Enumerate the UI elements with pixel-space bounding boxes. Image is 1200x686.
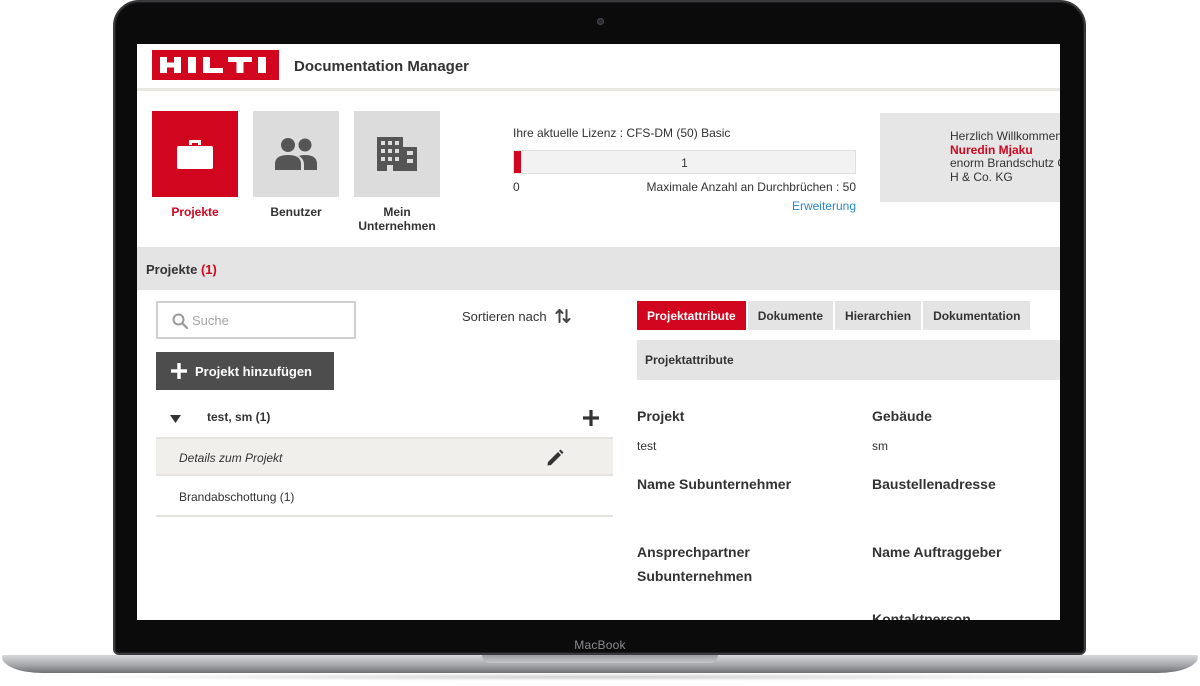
users-icon bbox=[275, 138, 317, 170]
license-progress-bar: 1 bbox=[513, 150, 856, 174]
building-icon bbox=[377, 137, 417, 171]
license-max: Maximale Anzahl an Durchbrüchen : 50 bbox=[646, 180, 856, 194]
device-label: MacBook bbox=[574, 638, 626, 652]
search-icon bbox=[172, 313, 188, 329]
app-title: Documentation Manager bbox=[294, 58, 470, 75]
attributes-header-bar: Projektattribute bbox=[637, 340, 1060, 380]
plus-icon bbox=[171, 363, 187, 379]
webcam-icon bbox=[597, 18, 604, 25]
pencil-edit-icon[interactable] bbox=[546, 449, 564, 467]
add-project-label: Projekt hinzufügen bbox=[195, 363, 312, 379]
license-info: Ihre aktuelle Lizenz : CFS-DM (50) Basic bbox=[513, 126, 731, 140]
add-child-plus-icon[interactable] bbox=[583, 410, 599, 426]
field-label-ansprechpartner-2: Subunternehmen bbox=[637, 568, 753, 584]
search-box bbox=[156, 301, 356, 339]
app-header: Documentation Manager bbox=[137, 44, 1060, 91]
field-label-gebaeude: Gebäude bbox=[872, 408, 932, 424]
nav-label-benutzer[interactable]: Benutzer bbox=[246, 205, 346, 219]
detail-tabs: Projektattribute Dokumente Hierarchien D… bbox=[637, 301, 1032, 330]
company-name-line2: H & Co. KG bbox=[950, 169, 1013, 184]
laptop-mockup: MacBook Documentation Manager Projekte B… bbox=[0, 0, 1200, 686]
tab-dokumentation[interactable]: Dokumentation bbox=[923, 301, 1031, 330]
field-value-gebaeude: sm bbox=[872, 439, 888, 453]
license-min: 0 bbox=[513, 180, 520, 194]
field-label-subunternehmer: Name Subunternehmer bbox=[637, 476, 792, 492]
sort-arrows-icon bbox=[555, 309, 571, 323]
briefcase-icon bbox=[177, 140, 213, 169]
section-title: Projekte (1) bbox=[146, 262, 217, 277]
user-name: Nuredin Mjaku bbox=[950, 142, 1033, 157]
search-input[interactable] bbox=[192, 311, 342, 329]
tree-item-label: Brandabschottung (1) bbox=[179, 490, 295, 504]
attributes-header-label: Projektattribute bbox=[645, 353, 734, 367]
tab-hierarchien[interactable]: Hierarchien bbox=[835, 301, 922, 330]
section-count: (1) bbox=[200, 262, 217, 277]
sort-label: Sortieren nach bbox=[462, 308, 547, 324]
company-name-line1: enorm Brandschutz G bbox=[950, 156, 1060, 170]
welcome-greeting: Herzlich Willkommen bbox=[950, 129, 1060, 143]
hilti-logo[interactable] bbox=[152, 50, 279, 80]
laptop-notch bbox=[482, 655, 718, 663]
section-title-text: Projekte bbox=[146, 262, 198, 277]
hilti-logo-icon bbox=[160, 57, 266, 73]
field-label-kontaktperson: Kontaktperson bbox=[872, 611, 971, 620]
nav-label-projekte[interactable]: Projekte bbox=[145, 205, 245, 219]
sort-control[interactable]: Sortieren nach bbox=[462, 308, 571, 324]
nav-label-unternehmen[interactable]: Mein Unternehmen bbox=[347, 205, 447, 233]
tab-projektattribute[interactable]: Projektattribute bbox=[637, 301, 746, 330]
caret-down-icon[interactable] bbox=[170, 415, 181, 423]
project-details-row[interactable]: Details zum Projekt bbox=[156, 437, 613, 476]
tree-list-item[interactable]: Brandabschottung (1) bbox=[156, 477, 613, 517]
add-project-button[interactable]: Projekt hinzufügen bbox=[156, 352, 334, 390]
license-current-count: 1 bbox=[681, 156, 688, 170]
project-tree-node[interactable]: test, sm (1) bbox=[156, 398, 613, 436]
nav-tile-projekte[interactable] bbox=[152, 111, 238, 197]
field-label-projekt: Projekt bbox=[637, 408, 685, 424]
welcome-panel: Herzlich Willkommen Nuredin Mjaku enorm … bbox=[880, 113, 1060, 202]
app-screen: Documentation Manager Projekte Benutzer bbox=[137, 44, 1060, 620]
field-label-auftraggeber: Name Auftraggeber bbox=[872, 544, 1002, 560]
project-node-title: test, sm (1) bbox=[207, 410, 271, 424]
tab-dokumente[interactable]: Dokumente bbox=[747, 301, 834, 330]
projects-section-bar: Projekte (1) bbox=[137, 247, 1060, 290]
field-label-ansprechpartner-1: Ansprechpartner bbox=[637, 544, 750, 560]
nav-tile-benutzer[interactable] bbox=[253, 111, 339, 197]
upgrade-link[interactable]: Erweiterung bbox=[737, 199, 856, 213]
field-value-projekt: test bbox=[637, 439, 657, 453]
field-label-baustellenadresse: Baustellenadresse bbox=[872, 476, 996, 492]
project-details-label: Details zum Projekt bbox=[179, 451, 283, 465]
nav-tile-unternehmen[interactable] bbox=[354, 111, 440, 197]
laptop-shadow bbox=[40, 673, 1160, 681]
